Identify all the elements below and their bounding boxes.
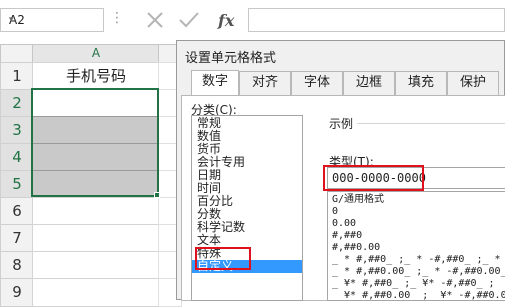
row-header[interactable]: 7 [0, 224, 34, 253]
row-header[interactable]: 5 [0, 170, 34, 199]
select-all-corner[interactable] [0, 44, 34, 64]
format-code-item[interactable]: #,##0.00 [332, 242, 380, 254]
tab-border[interactable]: 边框 [343, 71, 395, 96]
tab-number[interactable]: 数字 [191, 70, 239, 97]
svg-text:fx: fx [217, 11, 235, 30]
row-header[interactable]: 6 [0, 197, 34, 226]
row-header[interactable]: 4 [0, 143, 34, 172]
format-cells-dialog: 设置单元格格式 数字 对齐 字体 边框 填充 保护 分类(C): 常规 数值 货… [176, 40, 505, 301]
tab-fill[interactable]: 填充 [395, 71, 447, 96]
formula-bar-buttons: fx [130, 8, 248, 32]
cell-a1[interactable]: 手机号码 [32, 62, 160, 91]
tab-alignment[interactable]: 对齐 [239, 71, 291, 96]
sample-label: 示例 [329, 117, 354, 131]
custom-category-highlight [195, 247, 251, 270]
chevron-down-icon[interactable]: ▾ [9, 15, 99, 25]
row-header[interactable]: 9 [0, 278, 34, 307]
format-code-item[interactable]: 0.00 [332, 218, 356, 230]
row-header[interactable]: 8 [0, 251, 34, 280]
cell-a7[interactable] [32, 224, 160, 253]
cancel-icon[interactable] [147, 12, 163, 28]
format-code-item[interactable]: _ * #,##0.00_ ;_ * -#,##0.00_ [332, 266, 505, 278]
row-header[interactable]: 1 [0, 62, 34, 91]
column-header-a[interactable]: A [32, 44, 160, 64]
format-code-item[interactable]: _ * #,##0_ ;_ * -#,##0_ ;_ * [332, 254, 501, 266]
row-header[interactable]: 2 [0, 89, 34, 118]
enter-check-icon[interactable] [179, 12, 199, 28]
formula-icons-svg: fx [147, 11, 235, 30]
cell-a9[interactable] [32, 278, 160, 307]
format-code-item[interactable]: 0 [332, 206, 338, 218]
formula-input[interactable] [248, 8, 505, 32]
dialog-tabs: 数字 对齐 字体 边框 填充 保护 [181, 70, 505, 97]
sample-divider [357, 123, 505, 124]
format-code-list[interactable]: G/通用格式 0 0.00 #,##0 #,##0.00 _ * #,##0_ … [327, 191, 505, 301]
cell-a8[interactable] [32, 251, 160, 280]
category-list[interactable]: 常规 数值 货币 会计专用 日期 时间 百分比 分数 科学记数 文本 特殊 自定… [191, 115, 303, 301]
selection-range-border [31, 88, 159, 197]
dialog-title: 设置单元格格式 [185, 51, 277, 66]
cell-a6[interactable] [32, 197, 160, 226]
format-code-item[interactable]: G/通用格式 [332, 194, 384, 206]
row-header[interactable]: 3 [0, 116, 34, 145]
format-code-item[interactable]: #,##0 [332, 230, 362, 242]
format-code-item[interactable]: _ ¥* #,##0_ ;_ ¥* -#,##0_ ; [332, 278, 495, 290]
tab-font[interactable]: 字体 [291, 71, 343, 96]
type-input-highlight [323, 165, 424, 191]
name-box[interactable]: A2 ▾ [0, 8, 104, 32]
tab-protection[interactable]: 保护 [447, 71, 499, 96]
fill-handle[interactable] [154, 192, 160, 198]
format-code-item[interactable]: _ ¥* #,##0.00_ ;_ ¥* -#,##0.00 [332, 290, 505, 300]
insert-function-icon[interactable]: fx [217, 11, 235, 30]
formula-bar-grip: ⋮ [110, 10, 124, 26]
